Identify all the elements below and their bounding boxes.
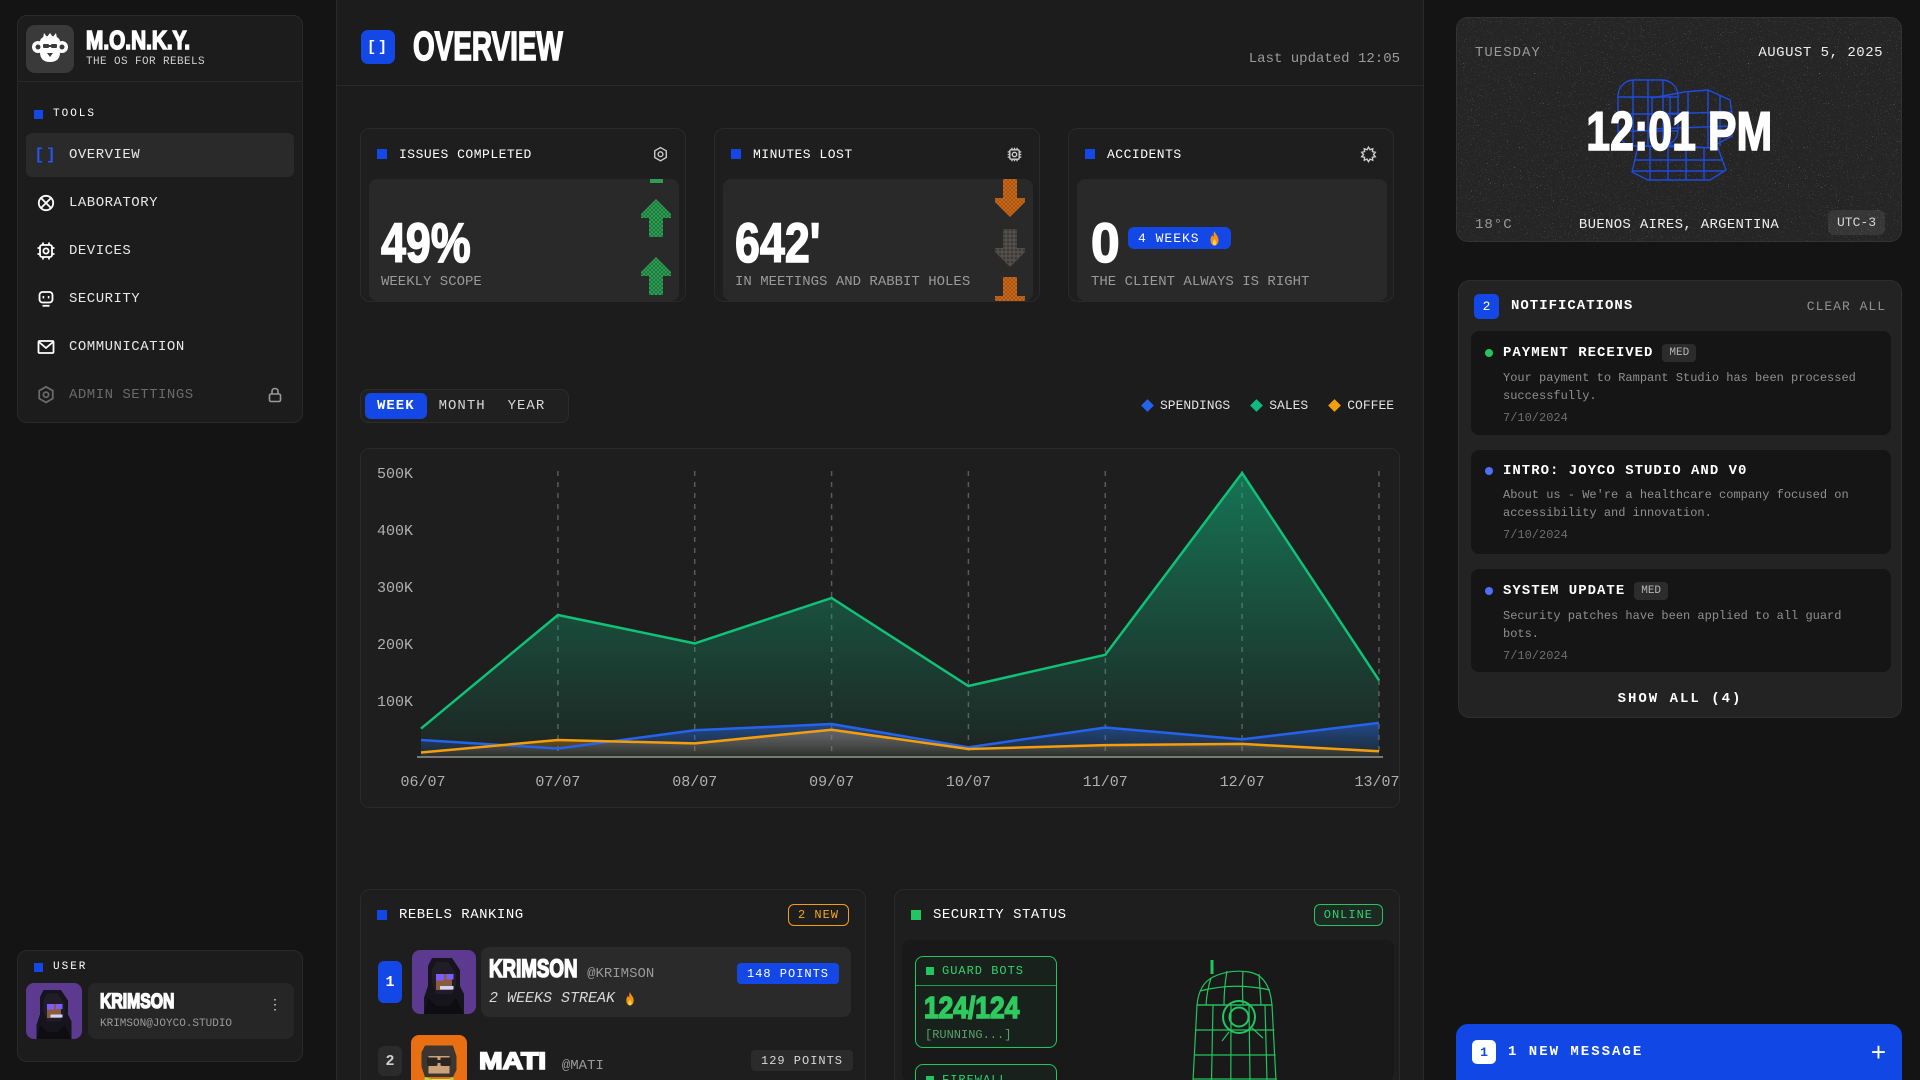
svg-text:100K: 100K bbox=[377, 694, 413, 711]
svg-text:500K: 500K bbox=[377, 466, 413, 483]
svg-text:13/07: 13/07 bbox=[1354, 774, 1399, 791]
svg-text:400K: 400K bbox=[377, 523, 413, 540]
svg-text:06/07: 06/07 bbox=[400, 774, 445, 791]
svg-text:300K: 300K bbox=[377, 580, 413, 597]
svg-text:09/07: 09/07 bbox=[809, 774, 854, 791]
svg-text:07/07: 07/07 bbox=[535, 774, 580, 791]
svg-text:200K: 200K bbox=[377, 637, 413, 654]
svg-text:12/07: 12/07 bbox=[1220, 774, 1265, 791]
svg-text:11/07: 11/07 bbox=[1083, 774, 1128, 791]
svg-text:08/07: 08/07 bbox=[672, 774, 717, 791]
svg-text:10/07: 10/07 bbox=[946, 774, 991, 791]
